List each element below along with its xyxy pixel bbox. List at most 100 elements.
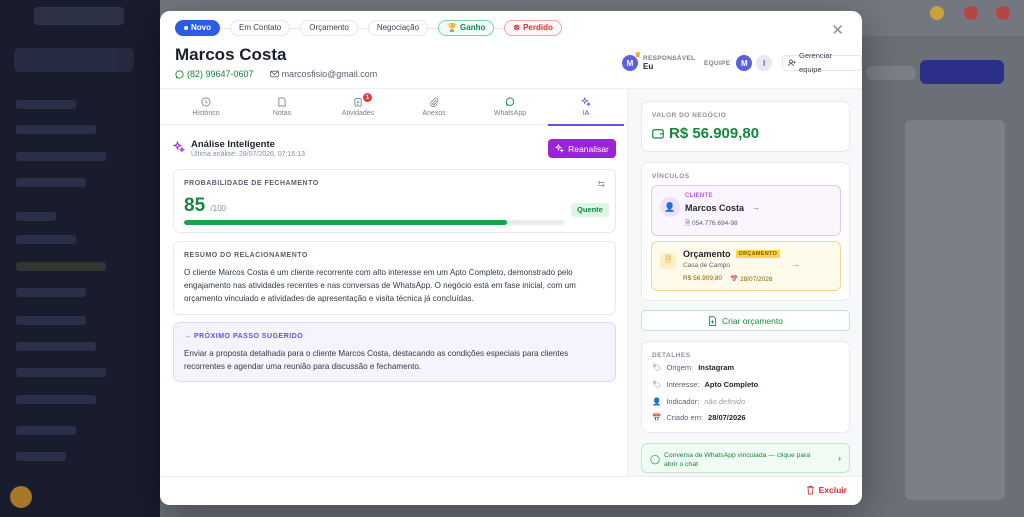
detail-interest: 🏷 Interesse: Apto Completo	[652, 380, 758, 389]
background-nav-line	[16, 426, 76, 435]
budget-amount: R$ 56.909,80	[683, 275, 723, 282]
tab-atividades[interactable]: 1 Atividades	[320, 89, 396, 125]
mail-icon	[269, 70, 279, 78]
detail-origin: 🏷 Origem: Instagram	[652, 363, 734, 372]
stage-separator	[290, 27, 301, 29]
probability-max: /100	[210, 204, 226, 213]
background-nav-line	[16, 342, 96, 351]
sparkles-icon	[173, 141, 185, 153]
background-nav-line	[16, 368, 106, 377]
stage-perdido[interactable]: ⊗ Perdido	[504, 20, 562, 36]
detail-key: Interesse:	[666, 380, 700, 389]
details-card: DETALHES 🏷 Origem: Instagram 🏷 Interesse: Ap…	[641, 341, 850, 433]
next-step-card: → PRÓXIMO PASSO SUGERIDO Enviar a propos…	[173, 322, 616, 382]
create-budget-label: Criar orçamento	[722, 315, 783, 326]
whatsapp-chat-link[interactable]: ◯ Conversa de WhatsApp vinculada — cliqu…	[641, 443, 850, 473]
delete-button[interactable]: Excluir	[806, 485, 847, 495]
budget-badge: ORÇAMENTO	[735, 250, 781, 258]
tab-notas[interactable]: Notas	[244, 89, 320, 125]
email-link[interactable]: marcosfisio@gmail.com	[269, 69, 378, 79]
probability-bar	[184, 220, 564, 225]
background-card	[905, 120, 1005, 500]
budget-subtitle: Casa de Campo	[683, 262, 730, 269]
modal-header: Novo Em Contato Orçamento Negociação 🏆 Ga…	[160, 11, 862, 89]
tag-icon: 🏷	[652, 363, 662, 372]
probability-label: PROBABILIDADE DE FECHAMENTO	[184, 180, 319, 187]
next-step-text: Enviar a proposta detalhada para o clien…	[184, 349, 569, 372]
client-tag: CLIENTE	[685, 193, 713, 199]
background-user	[14, 48, 134, 72]
budget-title: Orçamento	[683, 249, 731, 259]
tab-historico[interactable]: Histórico	[168, 89, 244, 125]
background-avatar	[10, 486, 32, 508]
background-nav-line	[16, 262, 106, 271]
sparkles-icon	[581, 97, 591, 107]
calendar-icon: 📅	[730, 276, 739, 283]
lead-name: Marcos Costa	[175, 45, 287, 64]
manage-team-button[interactable]: Gerenciar equipe	[782, 51, 862, 74]
stage-separator	[357, 27, 368, 29]
tab-label: IA	[582, 110, 590, 117]
sparkles-icon	[555, 144, 565, 153]
background-logo	[34, 7, 124, 25]
background-sidebar	[0, 0, 160, 517]
stage-ganho[interactable]: 🏆 Ganho	[438, 20, 495, 36]
last-analysis-timestamp: Última análise: 28/07/2026, 07:16:13	[191, 151, 306, 158]
email-address: marcosfisio@gmail.com	[281, 69, 378, 79]
deal-value-card: VALOR DO NEGÓCIO R$ 56.909,80	[641, 101, 850, 152]
probability-number: 85	[184, 195, 206, 216]
reanalyze-button[interactable]: Reanalisar	[548, 139, 616, 158]
x-circle-icon: ⊗	[513, 23, 521, 32]
stage-label: Orçamento	[309, 23, 349, 32]
background-nav-line	[16, 316, 86, 325]
tab-ia[interactable]: IA	[548, 89, 624, 126]
next-step-label: → PRÓXIMO PASSO SUGERIDO	[184, 333, 304, 340]
team-avatar[interactable]: M	[736, 55, 753, 71]
background-primary-button	[920, 60, 1004, 84]
client-document-number: 054.776.694-98	[692, 220, 738, 227]
whatsapp-link-text: Conversa de WhatsApp vinculada — clique …	[664, 452, 811, 468]
delete-label: Excluir	[818, 485, 847, 495]
tab-label: Atividades	[341, 110, 375, 117]
client-name: Marcos Costa	[685, 203, 745, 213]
team-avatar[interactable]: I	[756, 55, 773, 71]
detail-key: Origem:	[666, 363, 694, 372]
stage-novo[interactable]: Novo	[175, 20, 220, 36]
background-nav-line	[16, 125, 96, 134]
stage-em-contato[interactable]: Em Contato	[230, 20, 291, 36]
linked-client[interactable]: 👤 CLIENTE Marcos Costa → 🗎 054.776.694-9…	[651, 185, 841, 236]
phone-link[interactable]: (82) 99647-0607	[175, 69, 254, 79]
avatar-initial: M	[626, 58, 634, 68]
linked-budget[interactable]: 🗎 Orçamento ORÇAMENTO Casa de Campo → R$ …	[651, 241, 841, 291]
arrow-right-icon: →	[752, 203, 760, 212]
trophy-icon: 🏆	[447, 23, 458, 32]
detail-created: 📅 Criado em: 28/07/2026	[652, 413, 746, 422]
responsible[interactable]: M ♛ RESPONSÁVEL Eu	[622, 52, 695, 71]
team-label: EQUIPE	[704, 59, 731, 67]
background-nav-line	[16, 452, 66, 461]
budget-date-wrap: 📅 28/07/2026	[730, 275, 772, 283]
background-nav-line	[16, 395, 96, 404]
user-icon: 👤	[652, 397, 662, 406]
create-budget-button[interactable]: Criar orçamento	[641, 310, 850, 331]
reanalyze-label: Reanalisar	[568, 143, 609, 154]
stage-orcamento[interactable]: Orçamento	[300, 20, 358, 36]
details-label: DETALHES	[652, 352, 691, 359]
modal-footer: Excluir	[160, 476, 862, 505]
client-document: 🗎 054.776.694-98	[685, 220, 738, 227]
budget-date: 28/07/2026	[739, 276, 773, 283]
sliders-icon[interactable]: ⇆	[597, 179, 605, 190]
background-card	[866, 66, 916, 80]
stage-negociacao[interactable]: Negociação	[367, 20, 429, 36]
trash-icon	[806, 485, 814, 495]
stage-label: Negociação	[376, 23, 420, 32]
summary-label: RESUMO DO RELACIONAMENTO	[184, 252, 308, 259]
manage-team-label: Gerenciar equipe	[799, 51, 832, 74]
note-icon	[278, 97, 286, 107]
links-card: VÍNCULOS 👤 CLIENTE Marcos Costa → 🗎 054.…	[641, 162, 850, 301]
tab-anexos[interactable]: Anexos	[396, 89, 472, 125]
whatsapp-icon: ◯	[650, 454, 661, 464]
ai-analysis-header: Análise Inteligente Última análise: 28/0…	[173, 139, 305, 158]
tab-whatsapp[interactable]: WhatsApp	[472, 89, 548, 125]
avatar: M ♛	[622, 52, 641, 71]
